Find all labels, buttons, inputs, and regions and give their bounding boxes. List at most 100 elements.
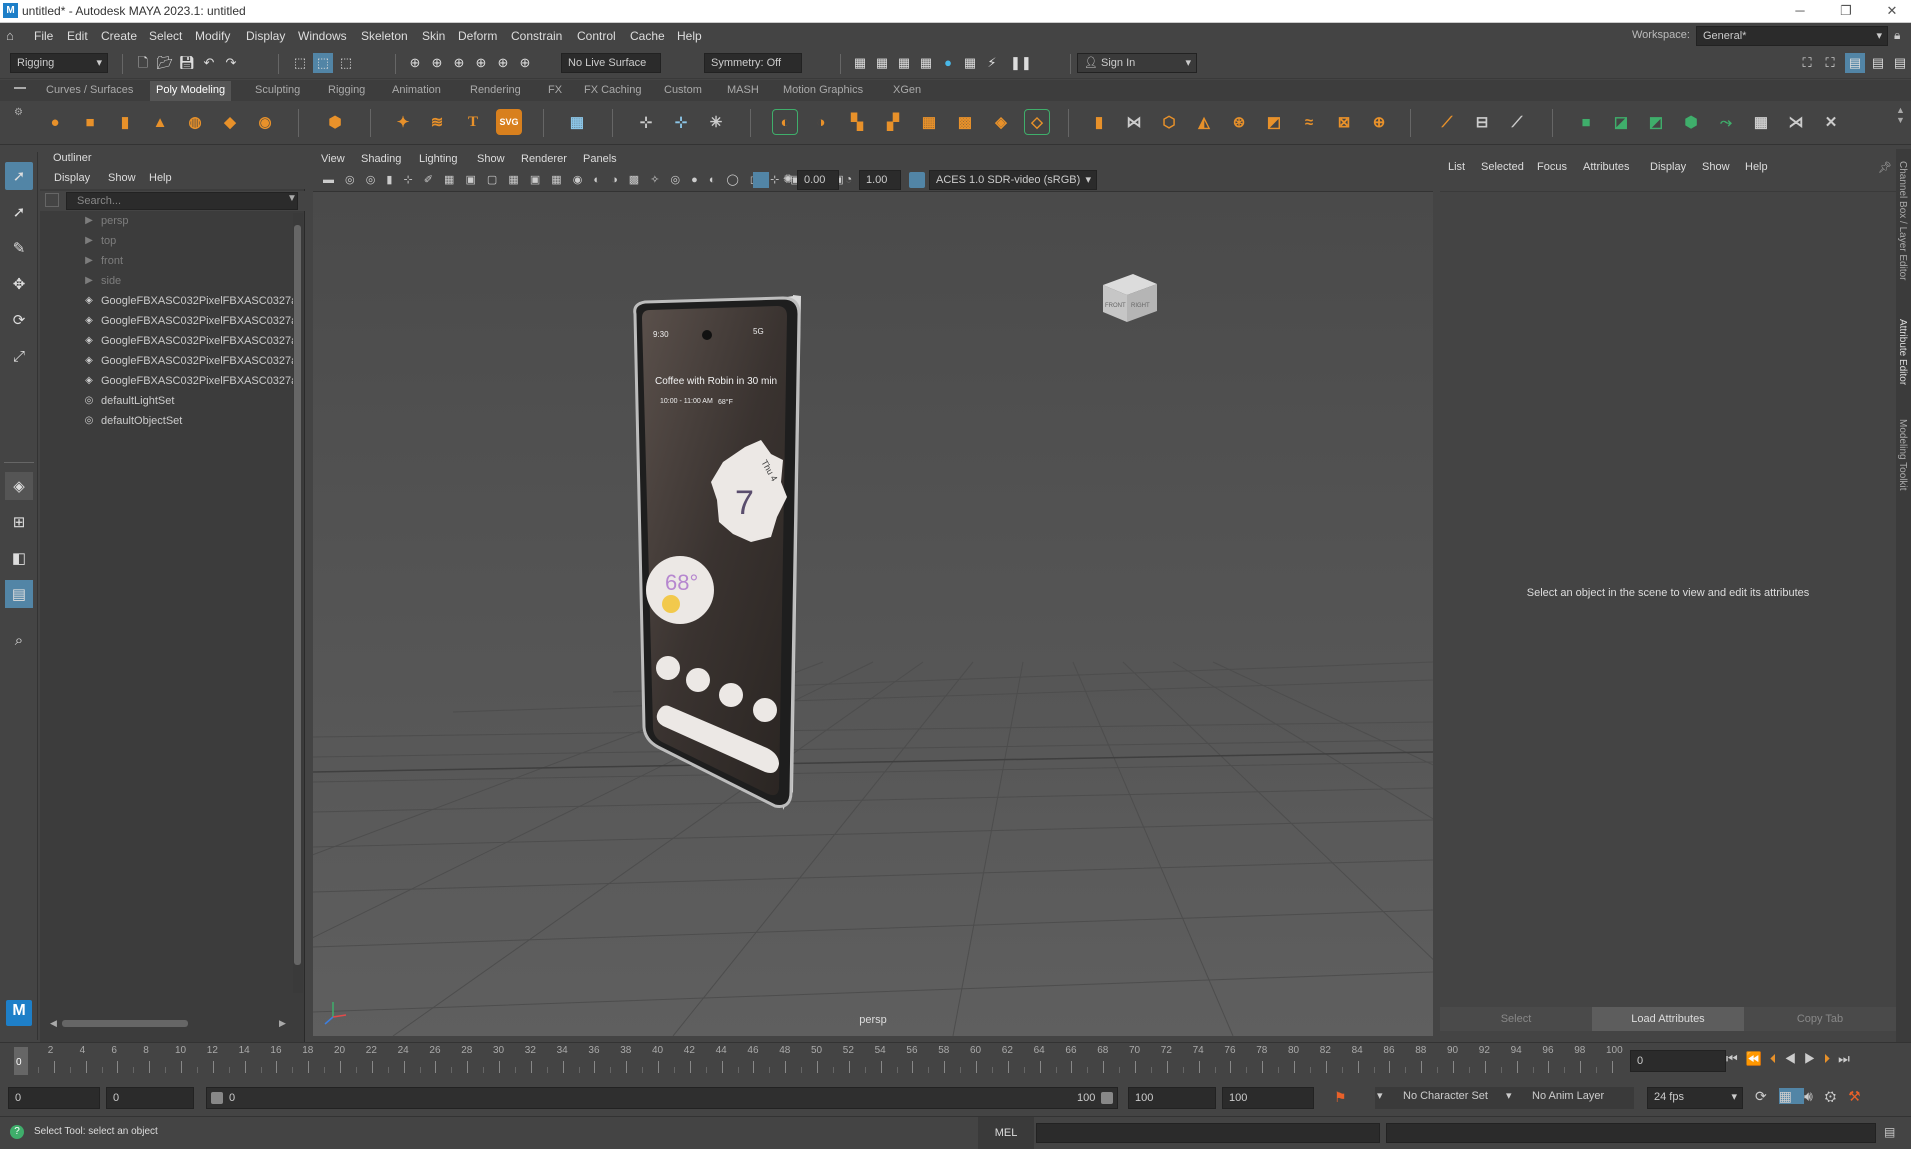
- poly-plane-icon[interactable]: ◆: [217, 109, 243, 135]
- toggle-layer-editor-icon[interactable]: ▤: [1890, 53, 1910, 73]
- viewport-scene[interactable]: 9:30 5G Coffee with Robin in 30 min 10:0…: [313, 192, 1433, 1036]
- wedge-icon[interactable]: ◩: [1261, 109, 1287, 135]
- snap-surface-icon[interactable]: ⊕: [493, 53, 513, 73]
- snap-point-icon[interactable]: ⊕: [449, 53, 469, 73]
- tab-attribute-editor[interactable]: Attribute Editor: [1897, 319, 1908, 385]
- tab-sculpting[interactable]: Sculpting: [255, 84, 300, 96]
- menu-skeleton[interactable]: Skeleton: [361, 29, 408, 43]
- timeline-ruler[interactable]: 2 4 6 8 10 12 14 16 18 20 22 24 26 28 30 32 34 36 38 40 42 44…: [22, 1043, 1623, 1079]
- scroll-right-icon[interactable]: ▶: [279, 1018, 286, 1029]
- lock-icon[interactable]: 🔒︎: [1894, 28, 1900, 43]
- shelf-menu-icon[interactable]: [14, 87, 26, 89]
- poly-disc-icon[interactable]: ◉: [252, 109, 278, 135]
- snap-view-icon[interactable]: ⊕: [471, 53, 491, 73]
- tab-modeling-toolkit[interactable]: Modeling Toolkit: [1897, 419, 1908, 491]
- viewport-menu-shading[interactable]: Shading: [361, 153, 401, 165]
- filter-icon[interactable]: [45, 193, 59, 207]
- select-border-icon[interactable]: ◩: [1643, 109, 1669, 135]
- ipr-render-icon[interactable]: ▦: [894, 53, 914, 73]
- cache-playback-icon[interactable]: ▦: [1778, 1088, 1804, 1104]
- current-time-field[interactable]: 0: [1630, 1050, 1726, 1072]
- collapse-icon[interactable]: ⊠: [1331, 109, 1357, 135]
- menu-windows[interactable]: Windows: [298, 29, 347, 43]
- key-settings-icon[interactable]: ⚒: [1848, 1088, 1873, 1104]
- separate-icon[interactable]: ⊹: [668, 109, 694, 135]
- append-polygon-icon[interactable]: ⊛: [1226, 109, 1252, 135]
- remesh-icon[interactable]: ◇: [1024, 109, 1050, 135]
- extract-icon[interactable]: ▞: [880, 109, 906, 135]
- chevron-down-icon[interactable]: ▼: [287, 193, 297, 204]
- ae-select-button[interactable]: Select: [1440, 1007, 1592, 1031]
- grow-selection-icon[interactable]: ⤳: [1713, 109, 1739, 135]
- persp-outliner-layout-icon[interactable]: ◧: [5, 544, 33, 572]
- colorspace-select[interactable]: ACES 1.0 SDR-video (sRGB) ▾: [929, 170, 1097, 190]
- save-scene-icon[interactable]: 💾︎: [177, 53, 197, 73]
- select-object-icon[interactable]: ⬚: [313, 53, 333, 73]
- fps-select[interactable]: 24 fps ▾: [1647, 1087, 1743, 1109]
- menu-deform[interactable]: Deform: [458, 29, 497, 43]
- search-icon[interactable]: ⌕: [5, 626, 33, 654]
- menu-file[interactable]: File: [34, 29, 53, 43]
- combine-icon[interactable]: ⊹: [633, 109, 659, 135]
- ae-menu-attributes[interactable]: Attributes: [1583, 161, 1629, 173]
- merge-icon[interactable]: ⊕: [1366, 109, 1392, 135]
- anim-prefs-icon[interactable]: ⚙︎: [1825, 1088, 1848, 1104]
- play-forward-icon[interactable]: ▶: [1804, 1051, 1824, 1066]
- menuset-select[interactable]: Rigging ▾: [10, 53, 108, 73]
- outliner-item[interactable]: ▶ top: [40, 231, 295, 251]
- pin-icon[interactable]: 📌︎: [1878, 161, 1892, 174]
- super-shape-icon[interactable]: ✦: [390, 109, 416, 135]
- tab-rigging[interactable]: Rigging: [328, 84, 365, 96]
- ae-menu-show[interactable]: Show: [1702, 161, 1730, 173]
- tab-rendering[interactable]: Rendering: [470, 84, 521, 96]
- ae-menu-focus[interactable]: Focus: [1537, 161, 1567, 173]
- single-perspective-layout-icon[interactable]: ◈: [5, 472, 33, 500]
- character-set-select[interactable]: ▾ No Character Set: [1375, 1087, 1505, 1109]
- sign-in-button[interactable]: 👤︎ Sign In ▾: [1077, 53, 1197, 73]
- select-edge-ring-icon[interactable]: ◪: [1608, 109, 1634, 135]
- bridge-icon[interactable]: ⋈: [1121, 109, 1147, 135]
- go-to-start-icon[interactable]: ⏮: [1726, 1051, 1746, 1066]
- scroll-left-icon[interactable]: ◀: [50, 1018, 57, 1029]
- tab-curves-surfaces[interactable]: Curves / Surfaces: [46, 84, 133, 96]
- ae-menu-list[interactable]: List: [1448, 161, 1465, 173]
- snap-edge-icon[interactable]: ⊕: [515, 53, 535, 73]
- rotate-tool-icon[interactable]: ⟳: [5, 306, 33, 334]
- restore-icon[interactable]: ❐: [1832, 2, 1860, 20]
- go-to-end-icon[interactable]: ⏭: [1838, 1051, 1858, 1066]
- boolean-union-icon[interactable]: ◐: [772, 109, 798, 135]
- smooth-icon[interactable]: ✳︎: [703, 109, 729, 135]
- poly-cone-icon[interactable]: ▲: [147, 109, 173, 135]
- ae-copy-tab-button[interactable]: Copy Tab: [1744, 1007, 1896, 1031]
- mel-command-input[interactable]: [1036, 1123, 1380, 1143]
- tab-fx-caching[interactable]: FX Caching: [584, 84, 641, 96]
- outliner-layout-icon[interactable]: ▤: [5, 580, 33, 608]
- snap-curve-icon[interactable]: ⊕: [427, 53, 447, 73]
- viewport-menu-show[interactable]: Show: [477, 153, 505, 165]
- ae-menu-display[interactable]: Display: [1650, 161, 1686, 173]
- menu-help[interactable]: Help: [677, 29, 702, 43]
- outliner-item[interactable]: ◈ GoogleFBXASC032PixelFBXASC0327aF: [40, 311, 295, 331]
- tab-animation[interactable]: Animation: [392, 84, 441, 96]
- range-end-handle[interactable]: [1101, 1092, 1113, 1104]
- extrude-icon[interactable]: ▮: [1086, 109, 1112, 135]
- menu-modify[interactable]: Modify: [195, 29, 230, 43]
- bevel-icon[interactable]: ⬡: [1156, 109, 1182, 135]
- menu-skin[interactable]: Skin: [422, 29, 445, 43]
- tab-motion-graphics[interactable]: Motion Graphics: [783, 84, 863, 96]
- poly-torus-icon[interactable]: ◍: [182, 109, 208, 135]
- new-scene-icon[interactable]: 🗋︎: [133, 53, 153, 73]
- outliner-item[interactable]: ▶ persp: [40, 211, 295, 231]
- range-slider[interactable]: 0 100: [206, 1087, 1118, 1109]
- open-scene-icon[interactable]: 📂︎: [155, 53, 175, 73]
- maya-home-icon[interactable]: M: [6, 1000, 32, 1026]
- outliner-menu-help[interactable]: Help: [149, 172, 172, 184]
- ae-menu-help[interactable]: Help: [1745, 161, 1768, 173]
- select-edge-loop-icon[interactable]: ■: [1573, 109, 1599, 135]
- scale-tool-icon[interactable]: ⤢: [5, 342, 33, 370]
- move-tool-icon[interactable]: ✥: [5, 270, 33, 298]
- exposure-field[interactable]: 0.00: [797, 170, 839, 190]
- paint-select-tool-icon[interactable]: ✎: [5, 234, 33, 262]
- minimize-icon[interactable]: ─: [1786, 2, 1814, 20]
- close-icon[interactable]: ✕: [1878, 2, 1906, 20]
